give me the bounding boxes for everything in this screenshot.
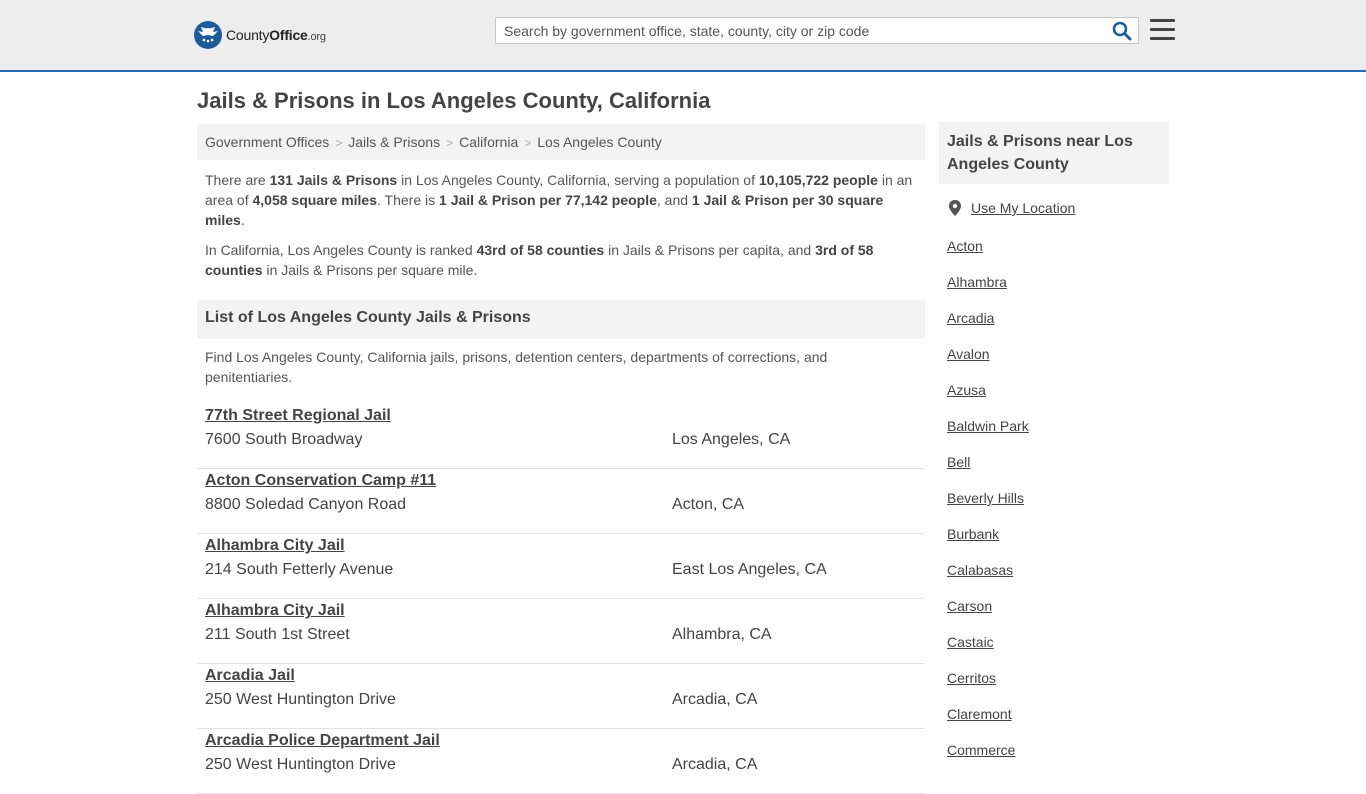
nearby-city-link[interactable]: Calabasas (947, 562, 1013, 578)
nearby-city-item: Baldwin Park (947, 416, 1029, 452)
page-title: Jails & Prisons in Los Angeles County, C… (197, 88, 711, 113)
office-list-item: Arcadia Police Department Jail 250 West H… (197, 729, 925, 794)
nearby-city-link[interactable]: Baldwin Park (947, 418, 1029, 434)
intro-segment: in Los Angeles County, California, servi… (397, 172, 759, 188)
nearby-city-link[interactable]: Acton (947, 238, 983, 254)
breadcrumb-california[interactable]: California (459, 134, 518, 150)
office-list-item: Acton Conservation Camp #11 8800 Soledad … (197, 469, 925, 534)
nearby-city-item: Claremont (947, 704, 1029, 740)
site-logo[interactable]: CountyOffice.org (194, 20, 326, 50)
hamburger-menu-icon[interactable] (1150, 19, 1175, 41)
nearby-city-item: Carson (947, 596, 1029, 632)
nearby-city-link[interactable]: Carson (947, 598, 992, 614)
office-list-item: Alhambra City Jail 214 South Fetterly Ave… (197, 534, 925, 599)
nearby-city-link[interactable]: Bell (947, 454, 970, 470)
list-heading: List of Los Angeles County Jails & Priso… (197, 300, 925, 339)
intro-segment: 10,105,722 people (758, 172, 878, 188)
intro-segment: in Jails & Prisons per square mile. (262, 262, 478, 278)
office-name-link[interactable]: Arcadia Jail (205, 667, 295, 685)
site-header: CountyOffice.org (0, 0, 1366, 72)
office-name-link[interactable]: Alhambra City Jail (205, 602, 345, 620)
intro-stats-paragraph: There are 131 Jails & Prisons in Los Ang… (205, 170, 917, 230)
search-icon[interactable] (1112, 21, 1132, 41)
chevron-right-icon: > (524, 136, 532, 150)
nearby-city-link[interactable]: Castaic (947, 634, 994, 650)
office-address: 211 South 1st Street (205, 626, 350, 643)
list-description: Find Los Angeles County, California jail… (205, 349, 828, 385)
nearby-city-link[interactable]: Alhambra (947, 274, 1007, 290)
intro-segment: in Jails & Prisons per capita, and (604, 242, 816, 258)
map-pin-icon (949, 200, 961, 216)
office-list-item: 77th Street Regional Jail 7600 South Broa… (197, 404, 925, 469)
intro-segment: . (240, 212, 245, 228)
nearby-city-item: Arcadia (947, 308, 1029, 344)
nearby-city-link[interactable]: Avalon (947, 346, 990, 362)
eagle-seal-icon (194, 21, 222, 49)
chevron-right-icon: > (335, 136, 343, 150)
office-address: 250 West Huntington Drive (205, 756, 396, 773)
breadcrumb-government-offices[interactable]: Government Offices (205, 134, 329, 150)
office-list: 77th Street Regional Jail 7600 South Broa… (197, 404, 925, 794)
intro-rank-paragraph: In California, Los Angeles County is ran… (205, 240, 917, 280)
office-city: Arcadia, CA (672, 691, 758, 708)
logo-wordmark: CountyOffice.org (226, 27, 326, 43)
office-city: Arcadia, CA (672, 756, 758, 773)
intro-segment: 1 Jail & Prison per 77,142 people (439, 192, 657, 208)
office-city: Acton, CA (672, 496, 745, 513)
office-list-item: Alhambra City Jail 211 South 1st Street Al… (197, 599, 925, 664)
nearby-city-item: Calabasas (947, 560, 1029, 596)
nearby-city-link[interactable]: Azusa (947, 382, 986, 398)
office-list-item: Arcadia Jail 250 West Huntington Drive Arc… (197, 664, 925, 729)
office-name-link[interactable]: 77th Street Regional Jail (205, 407, 391, 425)
office-address: 8800 Soledad Canyon Road (205, 496, 407, 513)
use-my-location-link[interactable]: Use My Location (971, 200, 1075, 216)
nearby-city-link[interactable]: Commerce (947, 742, 1015, 758)
use-location-row: Use My Location (948, 200, 1075, 216)
office-name-link[interactable]: Acton Conservation Camp #11 (205, 472, 436, 490)
intro-segment: There are (205, 172, 270, 188)
office-address: 214 South Fetterly Avenue (205, 561, 394, 578)
office-name-link[interactable]: Alhambra City Jail (205, 537, 345, 555)
nearby-city-item: Bell (947, 452, 1029, 488)
nearby-city-item: Beverly Hills (947, 488, 1029, 524)
office-name-link[interactable]: Arcadia Police Department Jail (205, 732, 440, 750)
nearby-city-link[interactable]: Claremont (947, 706, 1012, 722)
search-box (495, 17, 1139, 44)
office-address: 7600 South Broadway (205, 431, 363, 448)
nearby-city-item: Avalon (947, 344, 1029, 380)
office-address: 250 West Huntington Drive (205, 691, 396, 708)
sidebar-heading: Jails & Prisons near Los Angeles County (939, 122, 1169, 184)
nearby-city-item: Burbank (947, 524, 1029, 560)
breadcrumb-los-angeles-county[interactable]: Los Angeles County (537, 134, 662, 150)
office-city: East Los Angeles, CA (672, 561, 827, 578)
nearby-city-item: Alhambra (947, 272, 1029, 308)
nearby-city-link[interactable]: Burbank (947, 526, 999, 542)
office-city: Alhambra, CA (672, 626, 772, 643)
nearby-city-item: Azusa (947, 380, 1029, 416)
intro-segment: . There is (377, 192, 440, 208)
nearby-city-link[interactable]: Beverly Hills (947, 490, 1024, 506)
breadcrumb-jails-prisons[interactable]: Jails & Prisons (348, 134, 440, 150)
intro-segment: 131 Jails & Prisons (269, 172, 398, 188)
nearby-city-item: Cerritos (947, 668, 1029, 704)
search-input[interactable] (496, 18, 1104, 43)
nearby-city-link[interactable]: Arcadia (947, 310, 994, 326)
intro-segment: 43rd of 58 counties (476, 242, 605, 258)
intro-text: There are 131 Jails & Prisons in Los Ang… (205, 170, 917, 290)
nearby-city-item: Castaic (947, 632, 1029, 668)
intro-segment: , and (656, 192, 692, 208)
intro-segment: 4,058 square miles (252, 192, 378, 208)
nearby-cities-list: Acton Alhambra Arcadia Avalon Azusa Baldwin P… (947, 236, 1029, 776)
intro-segment: In California, Los Angeles County is ran… (205, 242, 477, 258)
nearby-city-link[interactable]: Cerritos (947, 670, 996, 686)
nearby-city-item: Commerce (947, 740, 1029, 776)
chevron-right-icon: > (446, 136, 454, 150)
breadcrumb: Government Offices > Jails & Prisons > Calif… (197, 124, 925, 160)
nearby-city-item: Acton (947, 236, 1029, 272)
office-city: Los Angeles, CA (672, 431, 791, 448)
